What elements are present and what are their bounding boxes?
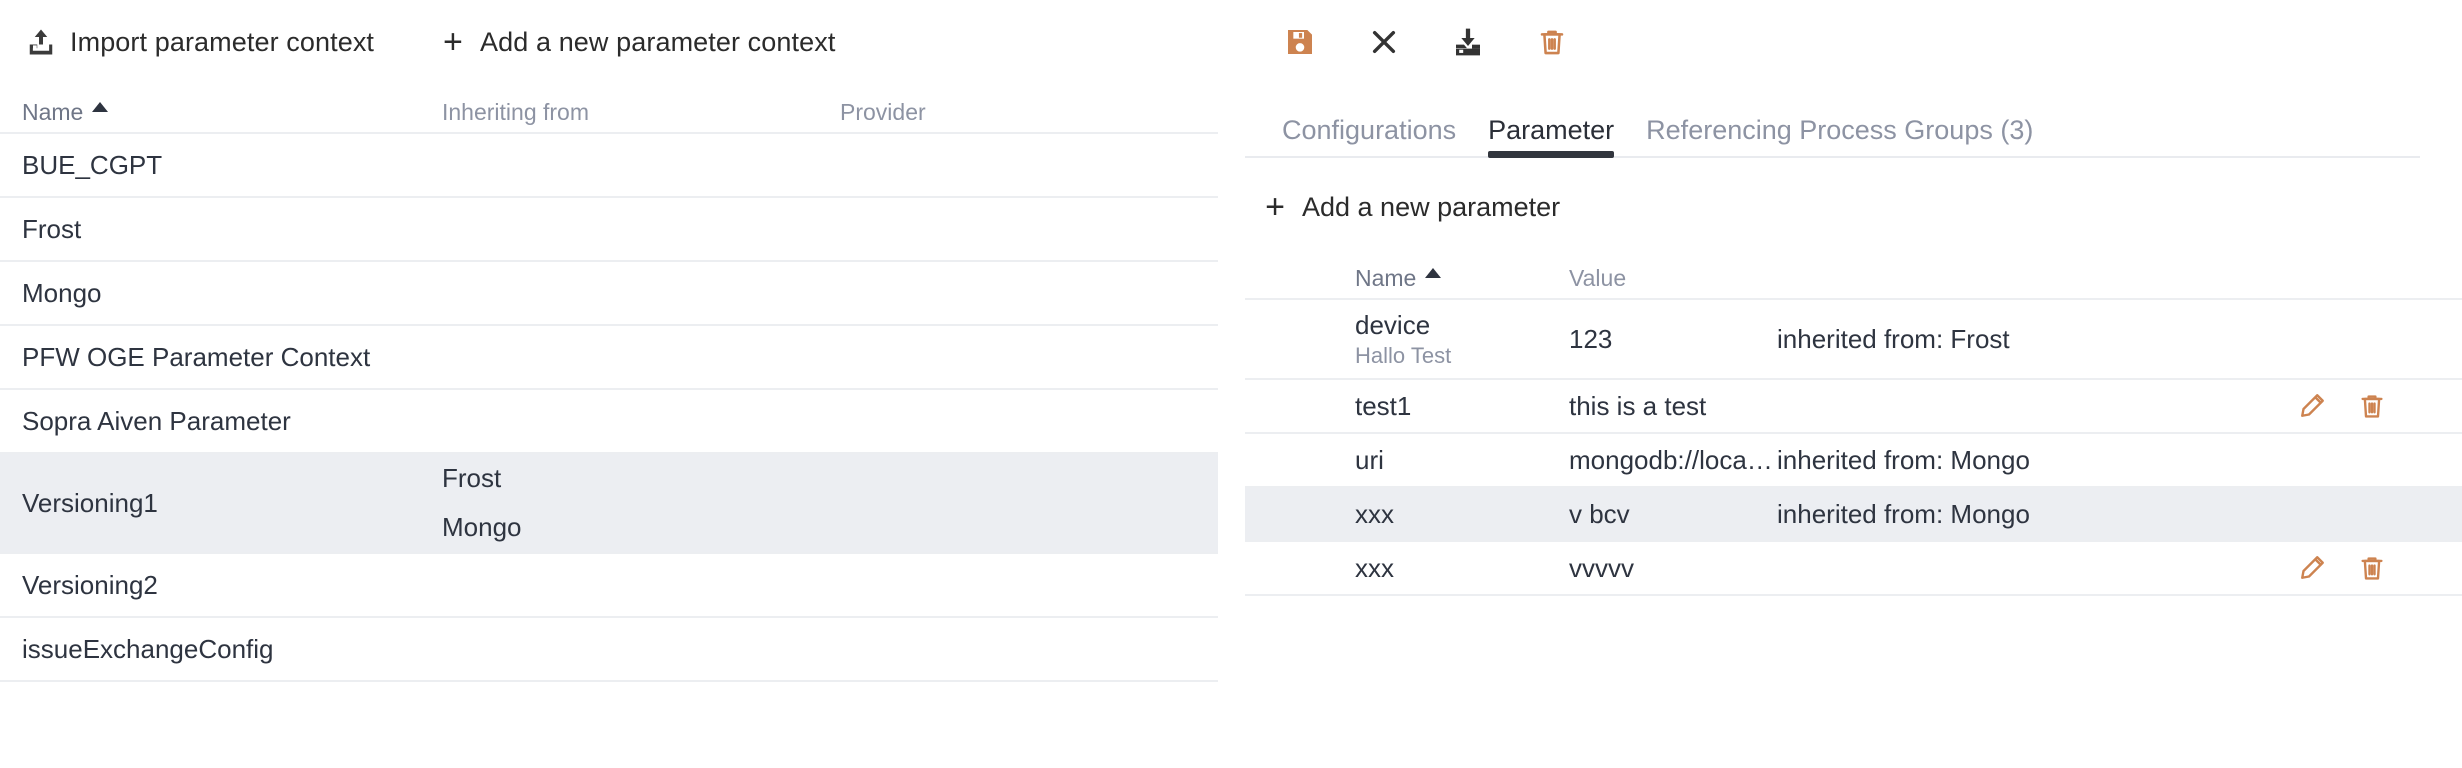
param-name-label: device bbox=[1355, 309, 1431, 340]
table-row[interactable]: Versioning1 Frost Mongo bbox=[0, 454, 1218, 554]
plus-icon: + bbox=[443, 23, 464, 61]
delete-parameter-icon[interactable] bbox=[2357, 553, 2387, 583]
table-row[interactable]: device Hallo Test 123 inherited from: Fr… bbox=[1245, 300, 2462, 380]
parameter-context-table: Name Inheriting from Provider BUE_CGPT F… bbox=[0, 84, 1218, 682]
column-header-provider-label: Provider bbox=[840, 99, 926, 125]
column-header-param-value[interactable]: Value bbox=[1569, 265, 1777, 292]
tab-referencing-process-groups[interactable]: Referencing Process Groups (3) bbox=[1630, 117, 2049, 156]
cell-param-value: vvvvv bbox=[1569, 552, 1634, 583]
column-header-inheriting-from-label: Inheriting from bbox=[442, 99, 590, 125]
edit-parameter-icon[interactable] bbox=[2297, 391, 2327, 421]
table-header-row: Name Inheriting from Provider bbox=[0, 84, 1218, 134]
cell-param-value: 123 bbox=[1569, 323, 1613, 354]
trash-icon bbox=[1536, 26, 1568, 58]
download-button[interactable] bbox=[1448, 22, 1488, 62]
cell-name: Mongo bbox=[22, 277, 102, 308]
delete-parameter-icon[interactable] bbox=[2357, 391, 2387, 421]
save-button[interactable] bbox=[1280, 22, 1320, 62]
cell-name: PFW OGE Parameter Context bbox=[22, 341, 371, 372]
table-row[interactable]: xxx v bcv inherited from: Mongo bbox=[1245, 488, 2462, 542]
cell-param-value: this is a test bbox=[1569, 390, 1707, 421]
column-header-inheriting-from[interactable]: Inheriting from bbox=[442, 99, 840, 126]
tab-parameter-label: Parameter bbox=[1488, 115, 1615, 145]
add-parameter-button[interactable]: + Add a new parameter bbox=[1262, 190, 1560, 224]
cell-param-inherited: inherited from: Mongo bbox=[1777, 498, 2030, 529]
cell-param-name: xxx bbox=[1355, 552, 1394, 583]
cell-param-actions bbox=[2297, 553, 2462, 583]
add-parameter-context-button[interactable]: + Add a new parameter context bbox=[440, 25, 835, 59]
add-parameter-label: Add a new parameter bbox=[1302, 191, 1561, 222]
param-description: Hallo Test bbox=[1355, 342, 1452, 368]
column-header-param-name[interactable]: Name bbox=[1355, 265, 1569, 292]
table-row[interactable]: Versioning2 bbox=[0, 554, 1218, 618]
table-row[interactable]: Frost bbox=[0, 198, 1218, 262]
cell-param-inherited: inherited from: Mongo bbox=[1777, 444, 2030, 475]
save-icon bbox=[1284, 26, 1316, 58]
tab-referencing-process-groups-label: Referencing Process Groups (3) bbox=[1646, 115, 2034, 145]
cell-param-name: xxx bbox=[1355, 498, 1394, 529]
sort-ascending-icon bbox=[1425, 267, 1442, 278]
table-row[interactable]: test1 this is a test bbox=[1245, 380, 2462, 434]
cell-param-actions bbox=[2297, 391, 2462, 421]
column-header-provider[interactable]: Provider bbox=[840, 99, 1220, 126]
cell-name: BUE_CGPT bbox=[22, 149, 163, 180]
cell-name: Frost bbox=[22, 213, 82, 244]
tab-configurations[interactable]: Configurations bbox=[1266, 117, 1472, 156]
cell-name: Sopra Aiven Parameter bbox=[22, 405, 291, 436]
table-row[interactable]: uri mongodb://localhos... inherited from… bbox=[1245, 434, 2462, 488]
inherited-context-item: Frost bbox=[442, 463, 502, 493]
left-toolbar: Import parameter context + Add a new par… bbox=[0, 0, 1218, 84]
table-row[interactable]: xxx vvvvv bbox=[1245, 542, 2462, 596]
delete-button[interactable] bbox=[1532, 22, 1572, 62]
upload-icon bbox=[26, 27, 56, 57]
table-row[interactable]: PFW OGE Parameter Context bbox=[0, 326, 1218, 390]
table-row[interactable]: issueExchangeConfig bbox=[0, 618, 1218, 682]
detail-toolbar bbox=[1245, 0, 2462, 84]
cell-name: issueExchangeConfig bbox=[22, 633, 274, 664]
cell-name: Versioning2 bbox=[22, 569, 158, 600]
sort-ascending-icon bbox=[92, 101, 109, 112]
table-row[interactable]: BUE_CGPT bbox=[0, 134, 1218, 198]
import-parameter-context-label: Import parameter context bbox=[70, 26, 375, 57]
column-header-param-value-label: Value bbox=[1569, 265, 1627, 291]
table-row[interactable]: Mongo bbox=[0, 262, 1218, 326]
cell-inheriting-from: Frost Mongo bbox=[442, 463, 840, 543]
parameter-context-detail-pane: Configurations Parameter Referencing Pro… bbox=[1218, 0, 2462, 768]
table-row[interactable]: Sopra Aiven Parameter bbox=[0, 390, 1218, 454]
tab-configurations-label: Configurations bbox=[1282, 115, 1457, 145]
tab-parameter[interactable]: Parameter bbox=[1472, 115, 1630, 158]
cell-param-name: uri bbox=[1355, 444, 1384, 475]
column-header-param-name-label: Name bbox=[1355, 265, 1417, 291]
cell-param-name: device Hallo Test bbox=[1355, 310, 1569, 369]
cell-param-name: test1 bbox=[1355, 390, 1412, 421]
add-parameter-context-label: Add a new parameter context bbox=[480, 26, 836, 57]
inherited-context-item: Mongo bbox=[442, 512, 522, 542]
column-header-name[interactable]: Name bbox=[22, 99, 442, 126]
table-header-row: Name Value bbox=[1245, 250, 2462, 300]
cell-param-value: mongodb://localhos... bbox=[1569, 444, 1777, 475]
cell-name: Versioning1 bbox=[22, 487, 158, 518]
parameter-table: Name Value device Hallo Test 123 inherit… bbox=[1245, 250, 2462, 596]
close-button[interactable] bbox=[1364, 22, 1404, 62]
parameter-contexts-screen: Import parameter context + Add a new par… bbox=[0, 0, 2462, 768]
detail-tabs: Configurations Parameter Referencing Pro… bbox=[1245, 96, 2420, 158]
cell-param-value: v bcv bbox=[1569, 498, 1630, 529]
plus-icon: + bbox=[1265, 188, 1285, 226]
column-header-name-label: Name bbox=[22, 99, 84, 125]
parameter-context-list-pane: Import parameter context + Add a new par… bbox=[0, 0, 1218, 768]
edit-parameter-icon[interactable] bbox=[2297, 553, 2327, 583]
download-icon bbox=[1452, 26, 1484, 58]
import-parameter-context-button[interactable]: Import parameter context bbox=[26, 27, 374, 58]
close-icon bbox=[1368, 26, 1400, 58]
cell-param-inherited: inherited from: Frost bbox=[1777, 323, 2010, 354]
